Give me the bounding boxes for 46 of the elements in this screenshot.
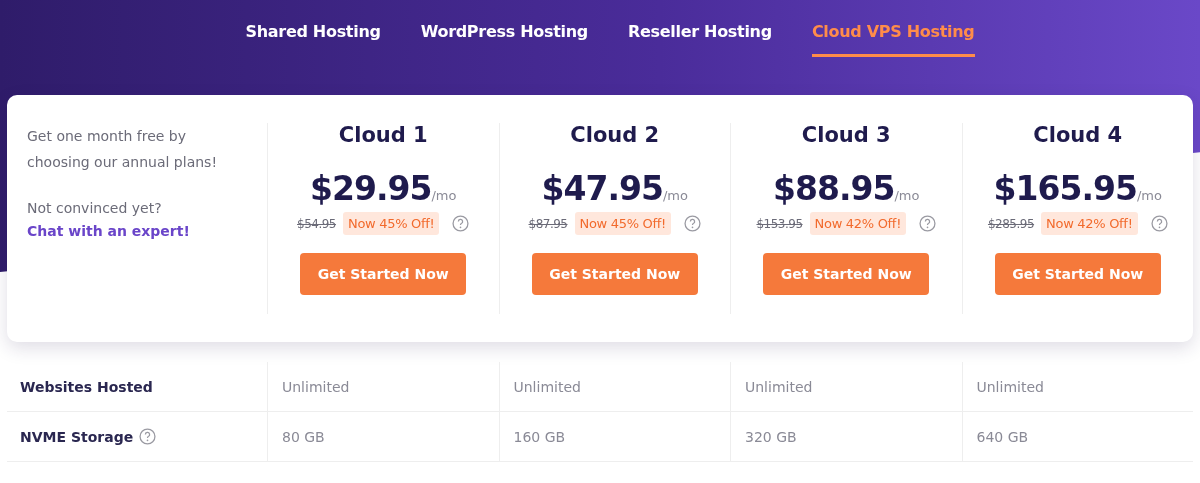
table-cell: 160 GB [513,428,566,445]
help-icon[interactable] [139,428,157,445]
hosting-tab[interactable]: Shared Hosting [245,22,381,57]
help-icon[interactable] [452,215,470,232]
price-period: /mo [662,188,688,203]
plan-price: $47.95 [541,169,663,208]
plan-price: $29.95 [310,169,432,208]
plan-price: $165.95 [993,169,1137,208]
table-cell: Unlimited [513,378,581,395]
old-price: $153.95 [756,216,803,231]
discount-badge: Now 42% Off! [1041,212,1138,235]
discount-badge: Now 45% Off! [343,212,440,235]
promo-question: Not convinced yet? [27,199,163,218]
table-cell: Unlimited [745,378,813,395]
price-period: /mo [431,188,457,203]
get-started-button[interactable]: Get Started Now [300,253,467,295]
help-icon[interactable] [684,215,701,232]
discount-badge: Now 45% Off! [574,212,671,235]
table-cell: 640 GB [976,428,1029,445]
old-price: $54.95 [297,216,336,231]
plan-name: Cloud 4 [1033,123,1123,147]
old-price: $285.95 [987,216,1035,231]
price-period: /mo [894,188,920,203]
get-started-button[interactable]: Get Started Now [994,253,1161,295]
plan-price: $88.95 [773,169,895,208]
plan-name: Cloud 1 [338,123,428,147]
discount-badge: Now 42% Off! [809,212,907,235]
table-cell: Unlimited [282,378,350,395]
feature-label: NVME Storage [20,428,134,445]
get-started-button[interactable]: Get Started Now [763,253,930,295]
feature-label: Websites Hosted [20,378,153,395]
table-cell: 80 GB [282,428,325,445]
chat-link[interactable]: Chat with an expert! [27,223,190,239]
price-period: /mo [1136,188,1162,203]
help-icon[interactable] [919,215,937,232]
help-icon[interactable] [1150,215,1168,232]
table-cell: Unlimited [976,378,1044,395]
promo-text: Get one month free by choosing our annual plans! [27,127,218,172]
old-price: $87.95 [528,216,568,231]
plan-name: Cloud 3 [801,123,891,147]
hosting-tab[interactable]: Cloud VPS Hosting [811,22,975,57]
hosting-tab[interactable]: Reseller Hosting [627,22,772,57]
table-cell: 320 GB [745,428,797,445]
plan-name: Cloud 2 [570,123,660,147]
hosting-tab[interactable]: WordPress Hosting [420,22,588,57]
get-started-button[interactable]: Get Started Now [531,253,698,295]
